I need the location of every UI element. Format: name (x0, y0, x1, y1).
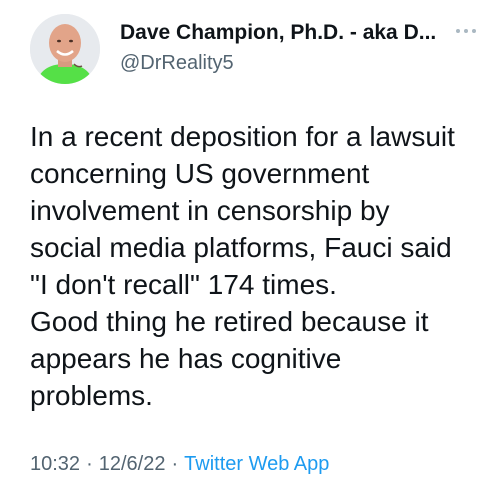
user-info: Dave Champion, Ph.D. - aka D... @DrReali… (120, 20, 440, 76)
user-handle[interactable]: @DrReality5 (120, 50, 440, 76)
tweet-header: Dave Champion, Ph.D. - aka D... @DrReali… (18, 10, 488, 86)
tweet-meta: 10:32 · 12/6/22 · Twitter Web App (30, 451, 329, 477)
tweet-time[interactable]: 10:32 (30, 453, 80, 475)
avatar-photo-icon (30, 14, 100, 84)
tweet-text-line: concerning US government (30, 158, 370, 189)
tweet-source-link[interactable]: Twitter Web App (184, 453, 329, 475)
more-options-icon[interactable] (454, 24, 478, 36)
tweet-text-line: social media platforms, Fauci said (30, 232, 452, 263)
tweet-date[interactable]: 12/6/22 (99, 453, 166, 475)
tweet-card: Dave Champion, Ph.D. - aka D... @DrReali… (0, 0, 500, 482)
tweet-text-line: problems. (30, 380, 153, 411)
meta-separator: · (171, 453, 179, 475)
display-name[interactable]: Dave Champion, Ph.D. - aka D... (120, 20, 440, 46)
tweet-text: In a recent deposition for a lawsuit con… (30, 118, 485, 414)
tweet-text-line: "I don't recall" 174 times. (30, 269, 337, 300)
tweet-text-line: In a recent deposition for a lawsuit (30, 121, 455, 152)
tweet-text-line: involvement in censorship by (30, 195, 390, 226)
tweet-text-line: appears he has cognitive (30, 343, 342, 374)
tweet-text-line: Good thing he retired because it (30, 306, 429, 337)
avatar[interactable] (30, 14, 100, 84)
meta-separator: · (86, 453, 93, 475)
